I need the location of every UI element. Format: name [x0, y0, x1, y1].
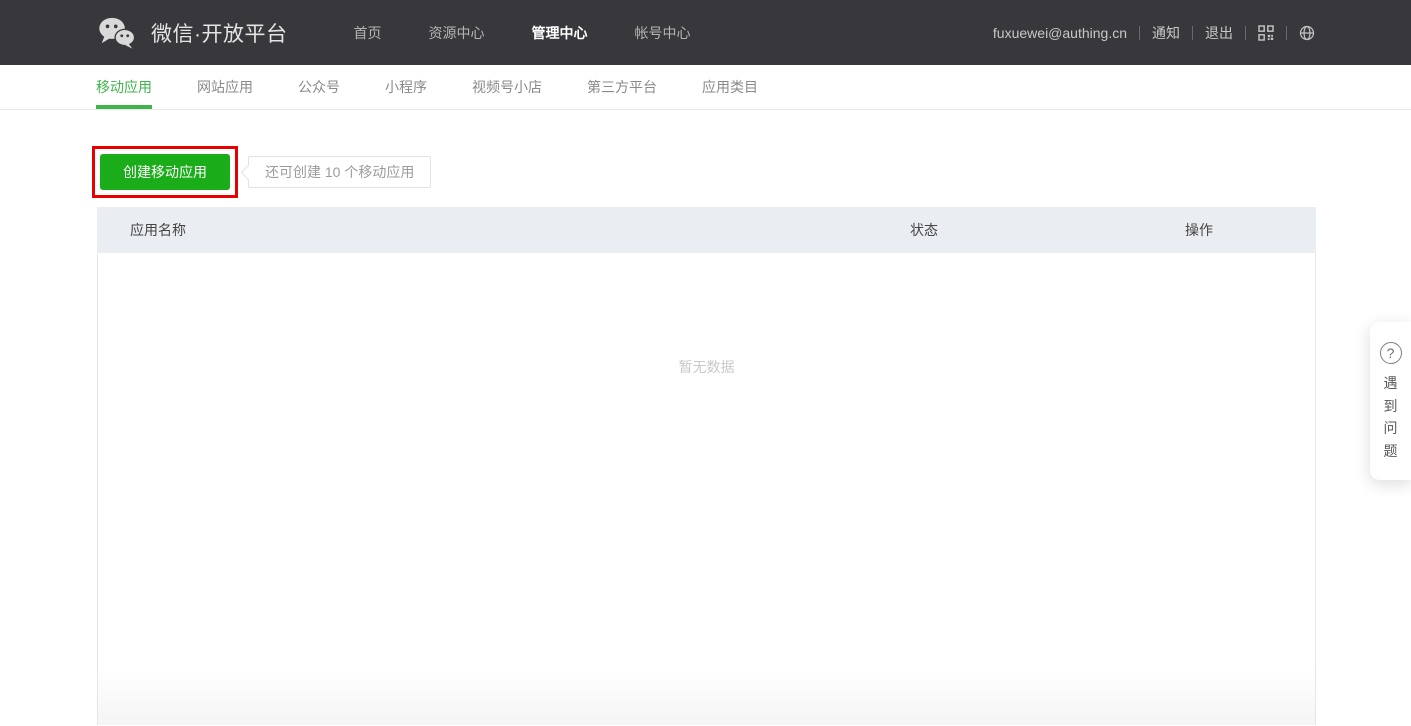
wechat-logo-icon	[97, 16, 137, 49]
toolbar: 创建移动应用 还可创建 10 个移动应用	[92, 146, 1411, 198]
tab-official-account[interactable]: 公众号	[298, 65, 340, 109]
header-user-area: fuxuewei@authing.cn 通知 退出	[993, 23, 1315, 43]
create-mobile-app-button[interactable]: 创建移动应用	[100, 154, 230, 190]
divider	[1245, 25, 1246, 40]
language-globe-icon[interactable]	[1299, 25, 1315, 41]
column-header-status: 状态	[910, 222, 938, 238]
help-widget-label-char: 题	[1383, 442, 1398, 459]
tab-third-party-platform[interactable]: 第三方平台	[587, 65, 657, 109]
tab-website-app[interactable]: 网站应用	[197, 65, 253, 109]
nav-item-account-center[interactable]: 帐号中心	[635, 23, 691, 43]
empty-state-text: 暂无数据	[678, 359, 735, 375]
qr-code-icon[interactable]	[1258, 24, 1274, 41]
column-header-app-name: 应用名称	[130, 222, 186, 238]
column-header-actions: 操作	[1185, 222, 1213, 238]
app-type-tabs: 移动应用 网站应用 公众号 小程序 视频号小店 第三方平台 应用类目	[0, 65, 1411, 110]
help-feedback-widget[interactable]: ? 遇 到 问 题	[1370, 322, 1411, 480]
help-widget-label-char: 问	[1383, 420, 1398, 436]
top-header: 微信·开放平台 首页 资源中心 管理中心 帐号中心 fuxuewei@authi…	[0, 0, 1411, 65]
logo-title: 微信·开放平台	[151, 22, 288, 46]
primary-nav: 首页 资源中心 管理中心 帐号中心	[354, 23, 738, 43]
quota-hint-bubble: 还可创建 10 个移动应用	[248, 156, 432, 188]
apps-table: 应用名称 状态 操作 暂无数据	[97, 207, 1316, 725]
nav-item-management-center[interactable]: 管理中心	[532, 23, 588, 43]
wechat-open-platform-logo[interactable]: 微信·开放平台	[97, 16, 288, 49]
question-mark-icon: ?	[1379, 342, 1402, 364]
nav-item-resource-center[interactable]: 资源中心	[429, 23, 485, 43]
tab-mini-program[interactable]: 小程序	[385, 65, 427, 109]
user-email: fuxuewei@authing.cn	[992, 24, 1127, 41]
help-widget-label-char: 到	[1383, 397, 1398, 414]
help-widget-label-char: 遇	[1383, 375, 1398, 391]
logout-link[interactable]: 退出	[1205, 23, 1233, 43]
tab-app-category[interactable]: 应用类目	[702, 65, 758, 109]
divider	[1139, 25, 1140, 40]
nav-item-home[interactable]: 首页	[354, 23, 382, 43]
red-highlight-annotation: 创建移动应用	[92, 146, 238, 198]
notifications-link[interactable]: 通知	[1152, 23, 1180, 43]
tab-channels-shop[interactable]: 视频号小店	[472, 65, 542, 109]
table-body-empty: 暂无数据	[97, 253, 1316, 725]
divider	[1286, 25, 1287, 40]
tab-mobile-app[interactable]: 移动应用	[96, 65, 152, 109]
table-header-row: 应用名称 状态 操作	[97, 207, 1316, 253]
divider	[1192, 25, 1193, 40]
